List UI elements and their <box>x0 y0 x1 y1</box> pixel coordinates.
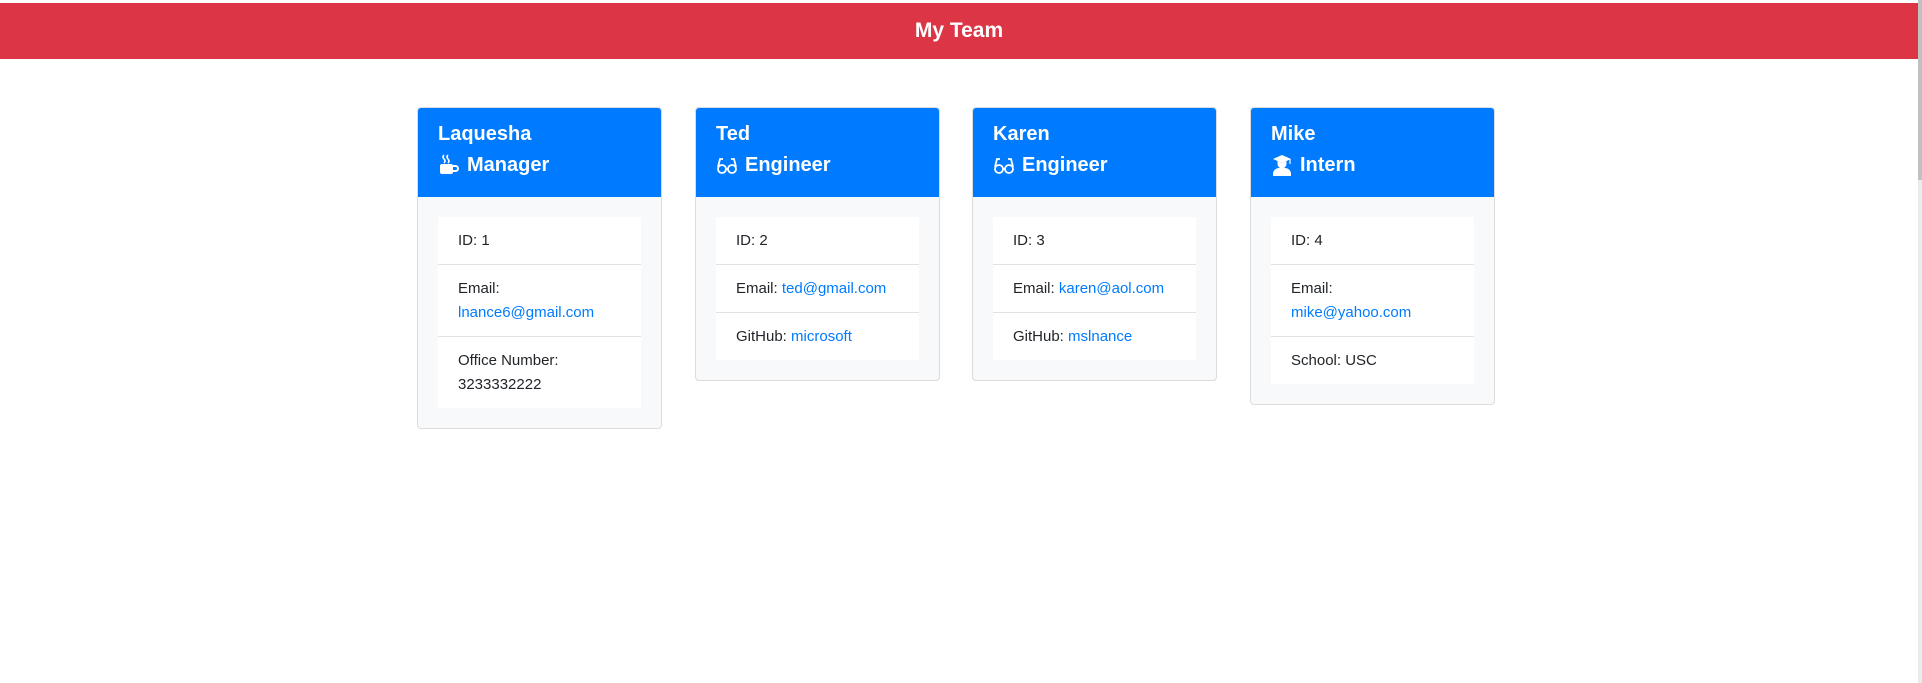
card-header: Karen Engineer <box>973 108 1216 197</box>
office-number-label: Office Number: <box>458 352 559 369</box>
id-text: ID: 2 <box>736 232 768 249</box>
github-row: GitHub: microsoft <box>716 312 919 360</box>
employee-card-engineer: Karen Engineer ID: 3 Email: karen@aol.co… <box>972 107 1217 381</box>
employee-name: Laquesha <box>438 123 532 145</box>
scrollbar-thumb[interactable] <box>1918 0 1922 180</box>
employee-role: Manager <box>438 152 641 178</box>
role-label: Engineer <box>745 154 831 176</box>
office-number-value: 3233332222 <box>458 376 542 393</box>
employee-card-engineer: Ted Engineer ID: 2 Email: ted@gmail.com … <box>695 107 940 381</box>
info-list: ID: 4 Email: mike@yahoo.com School: USC <box>1271 217 1474 384</box>
info-list: ID: 1 Email: lnance6@gmail.com Office Nu… <box>438 217 641 408</box>
page-header: My Team <box>0 3 1918 59</box>
card-header: Ted Engineer <box>696 108 939 197</box>
office-number-row: Office Number: 3233332222 <box>438 336 641 408</box>
info-list: ID: 3 Email: karen@aol.com GitHub: mslna… <box>993 217 1196 360</box>
employee-card-intern: Mike Intern ID: 4 Email: mike@yahoo.com … <box>1250 107 1495 405</box>
glasses-icon <box>716 154 738 176</box>
email-link[interactable]: ted@gmail.com <box>782 280 886 297</box>
employee-role: Intern <box>1271 152 1474 178</box>
role-label: Manager <box>467 154 550 176</box>
role-label: Engineer <box>1022 154 1108 176</box>
glasses-icon <box>993 154 1015 176</box>
card-header: Laquesha Manager <box>418 108 661 197</box>
github-label: GitHub: <box>1013 328 1064 345</box>
email-label: Email: <box>1013 280 1055 297</box>
id-text: ID: 1 <box>458 232 490 249</box>
email-link[interactable]: karen@aol.com <box>1059 280 1164 297</box>
id-text: ID: 3 <box>1013 232 1045 249</box>
page: My Team Laquesha Manager ID: 1 Email: ln… <box>0 0 1922 683</box>
email-row: Email: lnance6@gmail.com <box>438 264 641 336</box>
school-row: School: USC <box>1271 336 1474 384</box>
id-row: ID: 1 <box>438 217 641 264</box>
role-label: Intern <box>1300 154 1356 176</box>
github-link[interactable]: microsoft <box>791 328 852 345</box>
github-link[interactable]: mslnance <box>1068 328 1132 345</box>
card-body: ID: 3 Email: karen@aol.com GitHub: mslna… <box>973 197 1216 380</box>
employee-name: Ted <box>716 123 751 145</box>
github-row: GitHub: mslnance <box>993 312 1196 360</box>
email-row: Email: karen@aol.com <box>993 264 1196 312</box>
email-label: Email: <box>736 280 778 297</box>
id-row: ID: 3 <box>993 217 1196 264</box>
employee-role: Engineer <box>716 152 919 178</box>
page-title: My Team <box>914 19 1004 42</box>
info-list: ID: 2 Email: ted@gmail.com GitHub: micro… <box>716 217 919 360</box>
scrollbar[interactable] <box>1918 0 1922 683</box>
email-row: Email: mike@yahoo.com <box>1271 264 1474 336</box>
card-body: ID: 2 Email: ted@gmail.com GitHub: micro… <box>696 197 939 380</box>
employee-role: Engineer <box>993 152 1196 178</box>
id-row: ID: 2 <box>716 217 919 264</box>
card-header: Mike Intern <box>1251 108 1494 197</box>
school-label: School: <box>1291 352 1342 369</box>
school-value: USC <box>1345 352 1377 369</box>
id-text: ID: 4 <box>1291 232 1323 249</box>
card-body: ID: 4 Email: mike@yahoo.com School: USC <box>1251 197 1494 404</box>
email-link[interactable]: mike@yahoo.com <box>1291 304 1411 321</box>
mug-icon <box>438 154 460 176</box>
email-label: Email: <box>458 280 500 297</box>
github-label: GitHub: <box>736 328 787 345</box>
email-row: Email: ted@gmail.com <box>716 264 919 312</box>
employee-name: Mike <box>1271 123 1316 145</box>
card-body: ID: 1 Email: lnance6@gmail.com Office Nu… <box>418 197 661 428</box>
email-label: Email: <box>1291 280 1333 297</box>
email-link[interactable]: lnance6@gmail.com <box>458 304 594 321</box>
graduate-icon <box>1271 154 1293 176</box>
employee-card-manager: Laquesha Manager ID: 1 Email: lnance6@gm… <box>417 107 662 429</box>
id-row: ID: 4 <box>1271 217 1474 264</box>
employee-name: Karen <box>993 123 1050 145</box>
